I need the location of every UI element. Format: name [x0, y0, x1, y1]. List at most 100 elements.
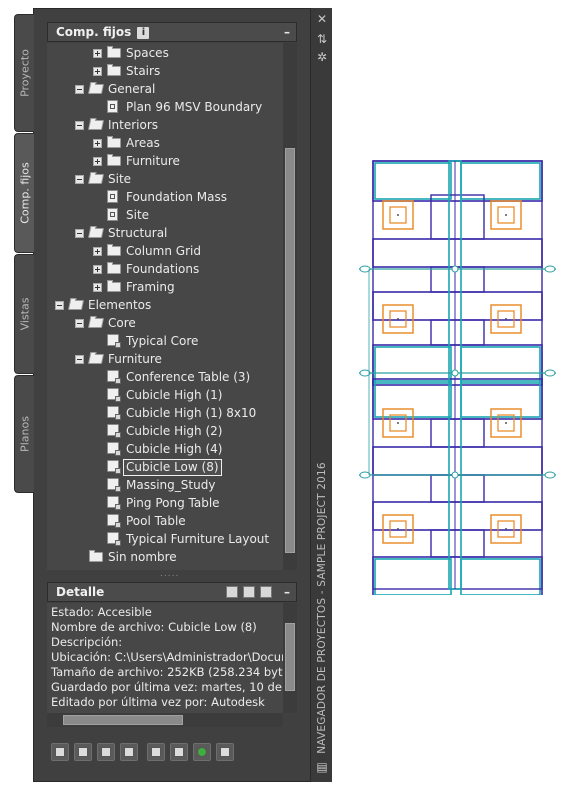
- tree-item[interactable]: Cubicle High (1) 8x10: [47, 404, 283, 422]
- tree-item-label: Structural: [108, 226, 168, 240]
- cubicle-plan-drawing: [359, 160, 556, 595]
- tree-item-label: Pool Table: [126, 514, 186, 528]
- tree-item[interactable]: Conference Table (3): [47, 368, 283, 386]
- collapse-icon[interactable]: [75, 175, 84, 184]
- tree-item[interactable]: Furniture: [47, 350, 283, 368]
- table-icon[interactable]: [170, 743, 188, 761]
- tree-item-label: Plan 96 MSV Boundary: [126, 100, 263, 114]
- tree-item[interactable]: Pool Table: [47, 512, 283, 530]
- element-icon: [107, 460, 121, 474]
- expand-icon[interactable]: [93, 247, 102, 256]
- tree-item-label: Elementos: [88, 298, 152, 312]
- tree-item[interactable]: Plan 96 MSV Boundary: [47, 98, 283, 116]
- tab-comp-fijos[interactable]: Comp. fijos: [14, 133, 34, 253]
- expand-icon[interactable]: [93, 67, 102, 76]
- tree-item[interactable]: Structural: [47, 224, 283, 242]
- repath-icon[interactable]: [216, 743, 234, 761]
- pin-icon[interactable]: ⇅: [315, 32, 329, 46]
- detail-edited: Editado por última vez por: Autodesk: [51, 695, 265, 709]
- tree-item[interactable]: Typical Furniture Layout: [47, 530, 283, 548]
- palette-titlebar[interactable]: ✕ ⇅ ✲ NAVEGADOR DE PROYECTOS - SAMPLE PR…: [310, 8, 332, 782]
- tree-item[interactable]: Areas: [47, 134, 283, 152]
- panel-splitter[interactable]: .....: [47, 569, 297, 580]
- settings-small-icon[interactable]: [260, 586, 272, 598]
- tree-item[interactable]: Massing_Study: [47, 476, 283, 494]
- tree-item-label: Foundation Mass: [126, 190, 228, 204]
- element-icon: [107, 496, 121, 510]
- detail-location: Ubicación: C:\Users\Administrador\Docume: [51, 650, 283, 664]
- collapse-details-button[interactable]: –: [284, 583, 290, 601]
- tree-item-label: Conference Table (3): [126, 370, 251, 384]
- tree-item[interactable]: Furniture: [47, 152, 283, 170]
- tree-item[interactable]: Foundations: [47, 260, 283, 278]
- collapse-icon[interactable]: [75, 355, 84, 364]
- tree-item[interactable]: Site: [47, 206, 283, 224]
- tree-item[interactable]: General: [47, 80, 283, 98]
- new-construct-icon[interactable]: [51, 743, 69, 761]
- element-icon: [107, 478, 121, 492]
- expand-icon[interactable]: [93, 265, 102, 274]
- element-icon: [107, 442, 121, 456]
- tree-item[interactable]: Cubicle High (1): [47, 386, 283, 404]
- tree-item[interactable]: Sin nombre: [47, 548, 283, 566]
- expand-icon[interactable]: [93, 49, 102, 58]
- tree-item-label: Foundations: [126, 262, 200, 276]
- properties-icon[interactable]: ▤: [315, 760, 329, 774]
- tree-scrollbar[interactable]: ≡: [283, 43, 297, 570]
- gear-icon[interactable]: ✲: [315, 50, 329, 64]
- detail-filename: Nombre de archivo: Cubicle Low (8): [51, 620, 257, 634]
- add-icon[interactable]: [97, 743, 115, 761]
- close-icon[interactable]: ✕: [315, 12, 329, 26]
- collapse-constructs-button[interactable]: –: [284, 23, 290, 41]
- collapse-icon[interactable]: [75, 85, 84, 94]
- tree-item[interactable]: Interiors: [47, 116, 283, 134]
- tree-item[interactable]: Foundation Mass: [47, 188, 283, 206]
- collapse-icon[interactable]: [55, 301, 64, 310]
- tree-scrollbar-thumb[interactable]: [285, 148, 295, 553]
- tree-item[interactable]: Site: [47, 170, 283, 188]
- constructs-tree: Spaces Stairs General Plan 96 MSV Boundary I…: [47, 43, 283, 570]
- tree-item[interactable]: Stairs: [47, 62, 283, 80]
- expand-icon[interactable]: [93, 283, 102, 292]
- construct-icon: [107, 190, 118, 203]
- details-hscroll-thumb[interactable]: [63, 715, 183, 725]
- collapse-icon[interactable]: [75, 319, 84, 328]
- tree-item[interactable]: Typical Core: [47, 332, 283, 350]
- expand-icon[interactable]: [93, 139, 102, 148]
- details-hscrollbar[interactable]: [47, 713, 283, 727]
- expand-icon[interactable]: [93, 157, 102, 166]
- refresh-icon[interactable]: [193, 743, 211, 761]
- tree-item[interactable]: Cubicle High (4): [47, 440, 283, 458]
- tree-item[interactable]: Column Grid: [47, 242, 283, 260]
- tab-planos[interactable]: Planos: [14, 375, 34, 493]
- tree-item-label: Cubicle Low (8): [123, 459, 222, 476]
- detail-view-icon[interactable]: [243, 586, 255, 598]
- new-element-icon[interactable]: [74, 743, 92, 761]
- filter-icon[interactable]: [147, 743, 165, 761]
- details-title: Detalle: [56, 585, 105, 599]
- details-vscrollbar[interactable]: [283, 603, 297, 713]
- tab-vistas-label: Vistas: [18, 297, 31, 331]
- tree-item[interactable]: Core: [47, 314, 283, 332]
- splitter-grip-icon: .....: [160, 569, 180, 579]
- folder-open-icon: [87, 318, 105, 328]
- tab-proyecto[interactable]: Proyecto: [14, 14, 34, 132]
- tree-item[interactable]: Ping Pong Table: [47, 494, 283, 512]
- preview-icon[interactable]: [226, 586, 238, 598]
- tree-item[interactable]: Cubicle Low (8): [47, 458, 283, 476]
- collapse-icon[interactable]: [75, 121, 84, 130]
- tree-item[interactable]: Cubicle High (2): [47, 422, 283, 440]
- info-icon[interactable]: i: [137, 26, 150, 39]
- tree-item[interactable]: Spaces: [47, 44, 283, 62]
- folder-open-icon: [87, 120, 105, 130]
- tree-item[interactable]: Framing: [47, 278, 283, 296]
- tree-item[interactable]: Elementos: [47, 296, 283, 314]
- tree-item-label: Column Grid: [126, 244, 201, 258]
- copy-icon[interactable]: [120, 743, 138, 761]
- details-vscroll-thumb[interactable]: [285, 623, 295, 691]
- tab-vistas[interactable]: Vistas: [14, 254, 34, 374]
- tree-item-label: Interiors: [108, 118, 159, 132]
- collapse-icon[interactable]: [75, 229, 84, 238]
- detail-description: Descripción:: [51, 635, 123, 649]
- details-body: Estado: Accesible Nombre de archivo: Cub…: [47, 603, 283, 713]
